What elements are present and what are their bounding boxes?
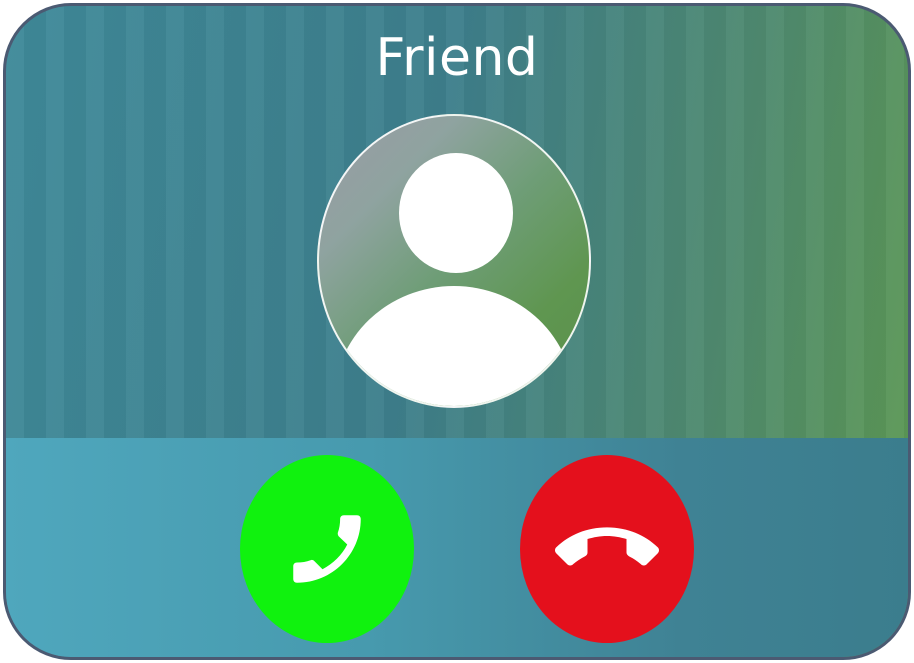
- phone-handset-icon: [293, 515, 361, 583]
- decline-call-button[interactable]: [520, 455, 694, 643]
- user-silhouette-icon: [399, 153, 513, 273]
- call-actions-panel: [6, 438, 908, 657]
- accept-call-button[interactable]: [240, 455, 414, 643]
- caller-avatar: [317, 114, 591, 408]
- caller-name: Friend: [375, 28, 539, 88]
- phone-hangup-icon: [555, 527, 659, 566]
- user-silhouette-body: [334, 286, 574, 406]
